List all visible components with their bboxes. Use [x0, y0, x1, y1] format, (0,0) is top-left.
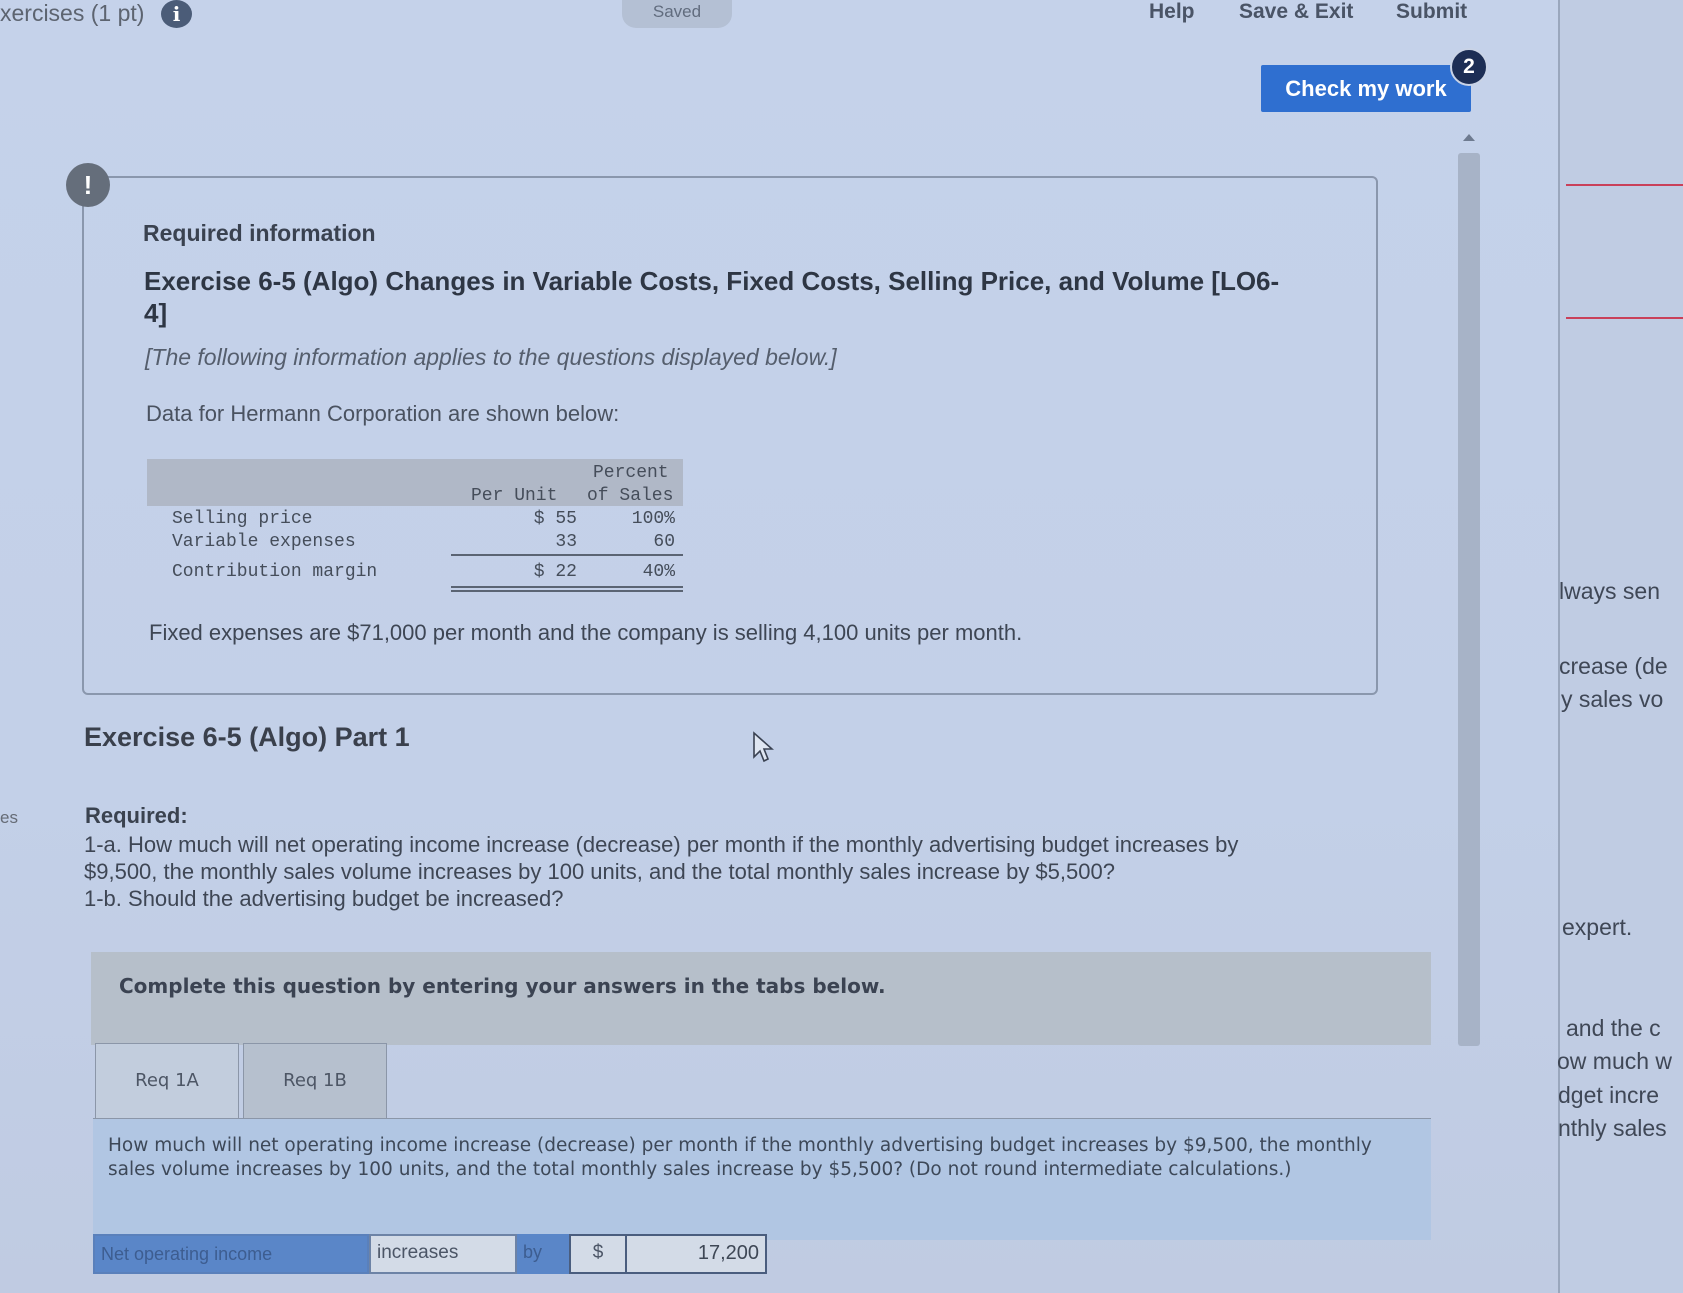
tab-req-1a[interactable]: Req 1A	[95, 1043, 239, 1119]
amount-input[interactable]: 17,200	[627, 1234, 767, 1274]
scrollbar[interactable]	[1458, 153, 1480, 1046]
check-my-work-button[interactable]: Check my work	[1261, 65, 1471, 112]
panel-text: expert.	[1562, 914, 1633, 940]
top-bar: xercises (1 pt) i Saved Help Save & Exit…	[0, 0, 1560, 34]
currency-symbol: $	[569, 1234, 627, 1274]
alert-icon: !	[66, 163, 110, 207]
side-nav-label: es	[0, 808, 18, 827]
help-link[interactable]: Help	[1149, 0, 1195, 24]
header-per-unit: Per Unit	[471, 486, 558, 506]
info-icon[interactable]: i	[161, 0, 192, 28]
direction-dropdown[interactable]: increases	[369, 1234, 517, 1274]
saved-status: Saved	[622, 0, 732, 28]
fixed-expenses-text: Fixed expenses are $71,000 per month and…	[149, 620, 1023, 645]
table-row-per-unit: 33	[555, 532, 577, 552]
panel-text: ow much w	[1557, 1048, 1673, 1074]
data-table: Percent Per Unit of Sales Selling price …	[147, 459, 683, 594]
panel-text: lways sen	[1559, 578, 1660, 604]
panel-text: nthly sales	[1558, 1115, 1667, 1141]
panel-text: dget incre	[1558, 1082, 1660, 1108]
subtotal-rule	[451, 554, 683, 556]
header-percent-line1: Percent	[593, 463, 669, 483]
requirement-line: 1-b. Should the advertising budget be in…	[84, 886, 564, 911]
applies-note: [The following information applies to th…	[145, 344, 837, 370]
table-row-percent: 60	[653, 532, 675, 552]
required-label: Required:	[85, 803, 188, 828]
total-rule-top	[451, 586, 683, 588]
table-row-per-unit: $ 55	[533, 509, 577, 529]
breadcrumb: xercises (1 pt)	[0, 0, 145, 26]
answer-label: Net operating income	[93, 1234, 369, 1274]
required-info-box	[82, 176, 1378, 695]
question-text: How much will net operating income incre…	[108, 1135, 1372, 1180]
divider-line	[1566, 317, 1683, 319]
requirement-line: $9,500, the monthly sales volume increas…	[84, 859, 1115, 884]
check-count-badge: 2	[1450, 48, 1488, 86]
table-row-label: Selling price	[172, 509, 313, 529]
tab-req-1b[interactable]: Req 1B	[243, 1043, 387, 1119]
panel-text: crease (de	[1559, 653, 1668, 679]
save-exit-link[interactable]: Save & Exit	[1239, 0, 1353, 24]
instruction-text: Complete this question by entering your …	[119, 974, 886, 998]
panel-text: y sales vo	[1561, 686, 1664, 712]
panel-text: and the c	[1566, 1015, 1661, 1041]
submit-link[interactable]: Submit	[1396, 0, 1467, 24]
table-row-label: Contribution margin	[172, 562, 378, 582]
requirement-line: 1-a. How much will net operating income …	[84, 832, 1239, 857]
data-intro: Data for Hermann Corporation are shown b…	[146, 401, 620, 426]
scroll-up-arrow-icon[interactable]	[1463, 134, 1475, 141]
required-info-heading: Required information	[143, 220, 376, 246]
exercise-title: Exercise 6-5 (Algo) Changes in Variable …	[144, 266, 1280, 328]
table-row-percent: 100%	[631, 509, 675, 529]
table-row-per-unit: $ 22	[533, 562, 577, 582]
divider-line	[1566, 184, 1683, 186]
instruction-banner	[91, 952, 1431, 1045]
part-title: Exercise 6-5 (Algo) Part 1	[84, 722, 410, 752]
header-percent-line2: of Sales	[587, 486, 674, 506]
total-rule-bottom	[451, 590, 683, 592]
by-label: by	[517, 1234, 569, 1274]
table-row-percent: 40%	[642, 562, 675, 582]
table-row-label: Variable expenses	[172, 532, 356, 552]
mouse-cursor-icon	[753, 731, 774, 763]
